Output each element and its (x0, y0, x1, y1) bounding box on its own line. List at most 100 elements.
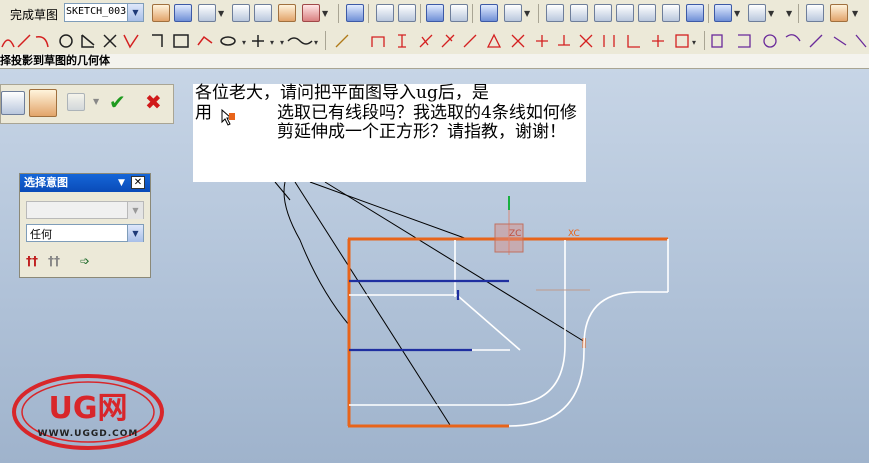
cue-line: 择投影到草图的几何体 (0, 54, 869, 69)
scissors-icon[interactable] (232, 4, 250, 22)
dialog-title: 选择意图 (24, 176, 68, 189)
create-inferred-icon (855, 34, 867, 48)
zoom-region-icon[interactable] (570, 4, 588, 22)
rotate-icon[interactable] (638, 4, 656, 22)
close-icon[interactable]: ✕ (131, 176, 145, 189)
chevron-down-icon[interactable]: ▼ (127, 225, 143, 242)
constraint-box-icon (675, 34, 689, 48)
arc-3pt-icon (35, 35, 49, 48)
chevron-down-icon[interactable]: ▼ (127, 202, 143, 219)
save-icon[interactable] (346, 4, 364, 22)
show-constraints-icon (711, 34, 723, 48)
ellipse-icon (220, 36, 236, 46)
selection-cursor-icon (221, 108, 235, 126)
ok-check-icon[interactable]: ✔ (109, 90, 126, 114)
dimension-v-icon (398, 34, 406, 48)
svg-text:▾: ▾ (280, 38, 284, 47)
stop-at-intersection-icon[interactable]: †† (26, 254, 38, 268)
dialog-titlebar[interactable]: 选择意图 ▼ ✕ (20, 174, 150, 192)
arc-icon (1, 39, 15, 48)
dropdown-arrow-icon[interactable]: ▼ (524, 9, 530, 18)
circle-icon (59, 34, 73, 48)
filter-icon[interactable] (67, 93, 85, 111)
question-line-2-prefix: 用 (195, 103, 212, 123)
constraint-x-icon (511, 34, 525, 48)
pan-icon[interactable] (662, 4, 680, 22)
dropdown-arrow-icon[interactable]: ▼ (93, 97, 99, 106)
copy-icon[interactable] (376, 4, 394, 22)
chevron-down-icon[interactable]: ▼ (127, 4, 143, 21)
sketch-name-value: SKETCH_003 (66, 6, 127, 17)
dropdown-arrow-icon[interactable]: ▼ (734, 9, 740, 18)
alternate-icon (809, 34, 823, 48)
spline-icon (197, 35, 213, 46)
offset-icon[interactable] (254, 4, 272, 22)
sketch-orient-icon[interactable] (152, 4, 170, 22)
wand-icon (335, 34, 349, 48)
view-icon[interactable] (686, 4, 704, 22)
render-style-icon[interactable] (748, 4, 766, 22)
svg-text:▾: ▾ (314, 38, 318, 47)
link-icon[interactable] (480, 4, 498, 22)
collapse-arrow-icon[interactable]: ▼ (118, 174, 125, 192)
dropdown-arrow-icon[interactable]: ▼ (322, 9, 328, 18)
finish-sketch-button[interactable]: 完成草图 (10, 6, 58, 23)
sketch-curve-toolbar: ▾ ▾ ▾ ▾ ▾ (0, 27, 869, 55)
uggd-watermark-logo: UG网 WWW.UGGD.COM (12, 374, 164, 450)
constraint-collinear-icon (579, 34, 593, 48)
ruler-icon[interactable] (806, 4, 824, 22)
select-filter-icon[interactable] (504, 4, 522, 22)
associative-icon[interactable] (29, 89, 57, 117)
cube-icon[interactable] (174, 4, 192, 22)
toolbar-separator (368, 4, 369, 23)
follow-fillet-icon[interactable]: †† (48, 254, 60, 268)
rectangle-icon (173, 34, 189, 48)
curve-rule-value: 任何 (30, 228, 52, 241)
corner-icon (152, 34, 163, 47)
project-icon[interactable] (278, 4, 296, 22)
svg-text:▾: ▾ (692, 38, 696, 47)
toolbar-separator (420, 4, 421, 23)
dropdown-arrow-icon[interactable]: ▼ (852, 9, 858, 18)
convert-icon (785, 34, 801, 42)
dropdown-arrow-icon[interactable]: ▼ (218, 9, 224, 18)
cancel-x-icon[interactable]: ✖ (145, 90, 162, 114)
project-curve-floatbar: ▼ ✔ ✖ (0, 84, 174, 124)
paste-icon[interactable] (398, 4, 416, 22)
dropdown-arrow-icon[interactable]: ▼ (768, 9, 774, 18)
dropdown-arrow-icon[interactable]: ▼ (786, 9, 792, 18)
grid-icon[interactable] (198, 4, 216, 22)
projection-icon[interactable] (1, 91, 25, 115)
sketch-name-select[interactable]: SKETCH_003 ▼ (64, 3, 144, 22)
arrow-right-icon[interactable]: ➩ (80, 254, 90, 268)
magnifier-icon[interactable] (616, 4, 634, 22)
redo-icon[interactable] (450, 4, 468, 22)
toolbar-separator (338, 4, 339, 23)
zoom-window-icon[interactable] (594, 4, 612, 22)
display-icon (738, 34, 751, 48)
question-overlay: 各位老大，请问把平面图导入ug后，是 用 选取已有线段吗？我选取的4条线如何修剪… (193, 84, 586, 182)
constraint-icon[interactable] (302, 4, 320, 22)
shaded-view-icon[interactable] (714, 4, 732, 22)
curve-rule-select[interactable]: 任何 ▼ (26, 224, 144, 242)
dimension-h-icon (371, 36, 385, 47)
toolbar-separator (472, 4, 473, 23)
constraint-parallel-icon (603, 35, 615, 47)
studio-spline-icon (287, 37, 313, 45)
constraint-plus-icon (536, 35, 548, 47)
cue-line-text: 择投影到草图的几何体 (0, 54, 110, 67)
toolbar-separator (798, 4, 799, 23)
constraint-coincident-icon (558, 35, 570, 46)
analysis-icon[interactable] (830, 4, 848, 22)
quick-extend-icon (123, 34, 139, 49)
toolbar-separator (708, 4, 709, 23)
constraint-tangent-icon (652, 35, 664, 47)
fit-icon[interactable] (546, 4, 564, 22)
sketch-tool-icons: ▾ ▾ ▾ ▾ ▾ (1, 31, 867, 50)
logo-url: WWW.UGGD.COM (38, 429, 139, 439)
dimension-perp-icon (441, 34, 455, 48)
undo-icon[interactable] (426, 4, 444, 22)
xc-axis-label: XC (568, 229, 580, 239)
intent-rule-select[interactable]: ▼ (26, 201, 144, 219)
svg-text:▾: ▾ (242, 38, 246, 47)
